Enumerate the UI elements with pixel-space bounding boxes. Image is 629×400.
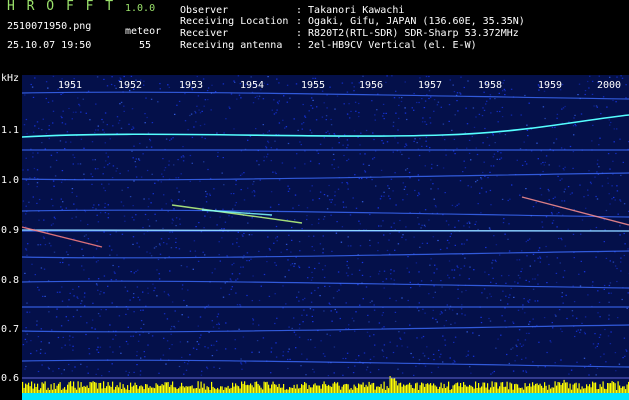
y-axis: 1.1 1.0 0.9 0.8 0.7 0.6 — [0, 75, 22, 400]
y-tick-1-1: 1.1 — [1, 125, 20, 136]
y-tick-0-7: 0.7 — [1, 324, 20, 335]
x-tick-2000: 2000 — [597, 80, 622, 91]
info-label-observer: Observer — [180, 5, 229, 16]
info-value-receiver: : R820T2(RTL-SDR) SDR-Sharp 53.372MHz — [296, 28, 519, 39]
x-tick-1951: 1951 — [58, 80, 83, 91]
app-title: H R O F F T — [7, 0, 116, 14]
x-tick-1959: 1959 — [538, 80, 563, 91]
app-version: 1.0.0 — [125, 3, 156, 14]
y-tick-0-9: 0.9 — [1, 225, 20, 236]
x-tick-1958: 1958 — [478, 80, 503, 91]
timestamp: 25.10.07 19:50 — [7, 40, 92, 51]
x-tick-1957: 1957 — [418, 80, 443, 91]
y-tick-0-6: 0.6 — [1, 373, 20, 384]
info-label-location: Receiving Location — [180, 16, 289, 27]
x-tick-1953: 1953 — [179, 80, 204, 91]
info-value-antenna: : 2el-HB9CV Vertical (el. E-W) — [296, 40, 477, 51]
x-tick-1954: 1954 — [240, 80, 265, 91]
spectrogram — [22, 75, 629, 400]
info-label-receiver: Receiver — [180, 28, 229, 39]
info-value-observer: : Takanori Kawachi — [296, 5, 405, 16]
info-label-antenna: Receiving antenna — [180, 40, 283, 51]
y-tick-1-0: 1.0 — [1, 175, 20, 186]
meteor-label: meteor — [125, 26, 162, 37]
y-tick-0-8: 0.8 — [1, 275, 20, 286]
x-tick-1952: 1952 — [118, 80, 143, 91]
info-value-location: : Ogaki, Gifu, JAPAN (136.60E, 35.35N) — [296, 16, 525, 27]
x-tick-1955: 1955 — [301, 80, 326, 91]
file-name: 2510071950.png — [7, 21, 92, 32]
meteor-count: 55 — [139, 40, 152, 51]
x-tick-1956: 1956 — [359, 80, 384, 91]
